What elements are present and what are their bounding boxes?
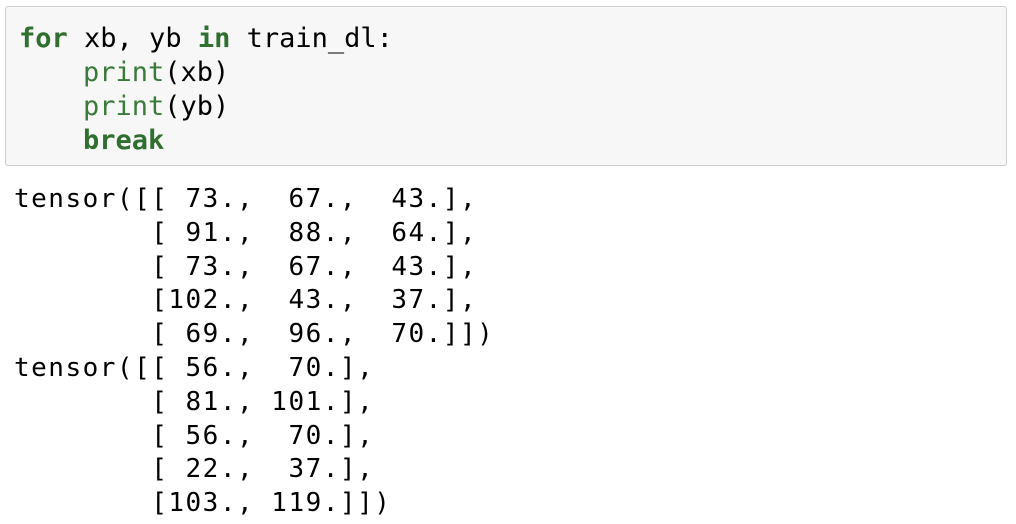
print-args: (yb)	[164, 91, 230, 122]
output-line: tensor([[ 73., 67., 43.],	[14, 184, 478, 214]
loop-variables: xb, yb	[67, 23, 198, 54]
code-line-3: print(yb)	[19, 90, 393, 124]
output-line: [102., 43., 37.],	[14, 285, 478, 316]
output-line: [103., 119.]])	[14, 488, 392, 519]
output-line: [ 22., 37.],	[14, 454, 375, 485]
code-editor[interactable]: for xb, yb in train_dl: print(xb) print(…	[19, 22, 393, 158]
print-function: print	[83, 91, 165, 122]
cell-output: tensor([[ 73., 67., 43.], [ 91., 88., 64…	[14, 183, 494, 521]
code-line-2: print(xb)	[19, 56, 393, 90]
keyword-for: for	[19, 23, 68, 54]
output-line: [ 73., 67., 43.],	[14, 251, 478, 282]
code-line-4: break	[19, 124, 393, 158]
print-function: print	[83, 57, 165, 88]
print-args: (xb)	[164, 57, 230, 88]
code-line-1: for xb, yb in train_dl:	[19, 22, 393, 56]
keyword-in: in	[197, 23, 231, 54]
loop-iterable: train_dl:	[230, 23, 393, 54]
output-line: [ 69., 96., 70.]])	[14, 319, 495, 350]
code-cell-input[interactable]: for xb, yb in train_dl: print(xb) print(…	[5, 6, 1007, 166]
output-line: [ 91., 88., 64.],	[14, 217, 478, 248]
keyword-break: break	[83, 125, 165, 156]
output-line: [ 56., 70.],	[14, 420, 375, 451]
output-line: tensor([[ 56., 70.],	[14, 352, 375, 383]
output-line: [ 81., 101.],	[14, 386, 375, 417]
